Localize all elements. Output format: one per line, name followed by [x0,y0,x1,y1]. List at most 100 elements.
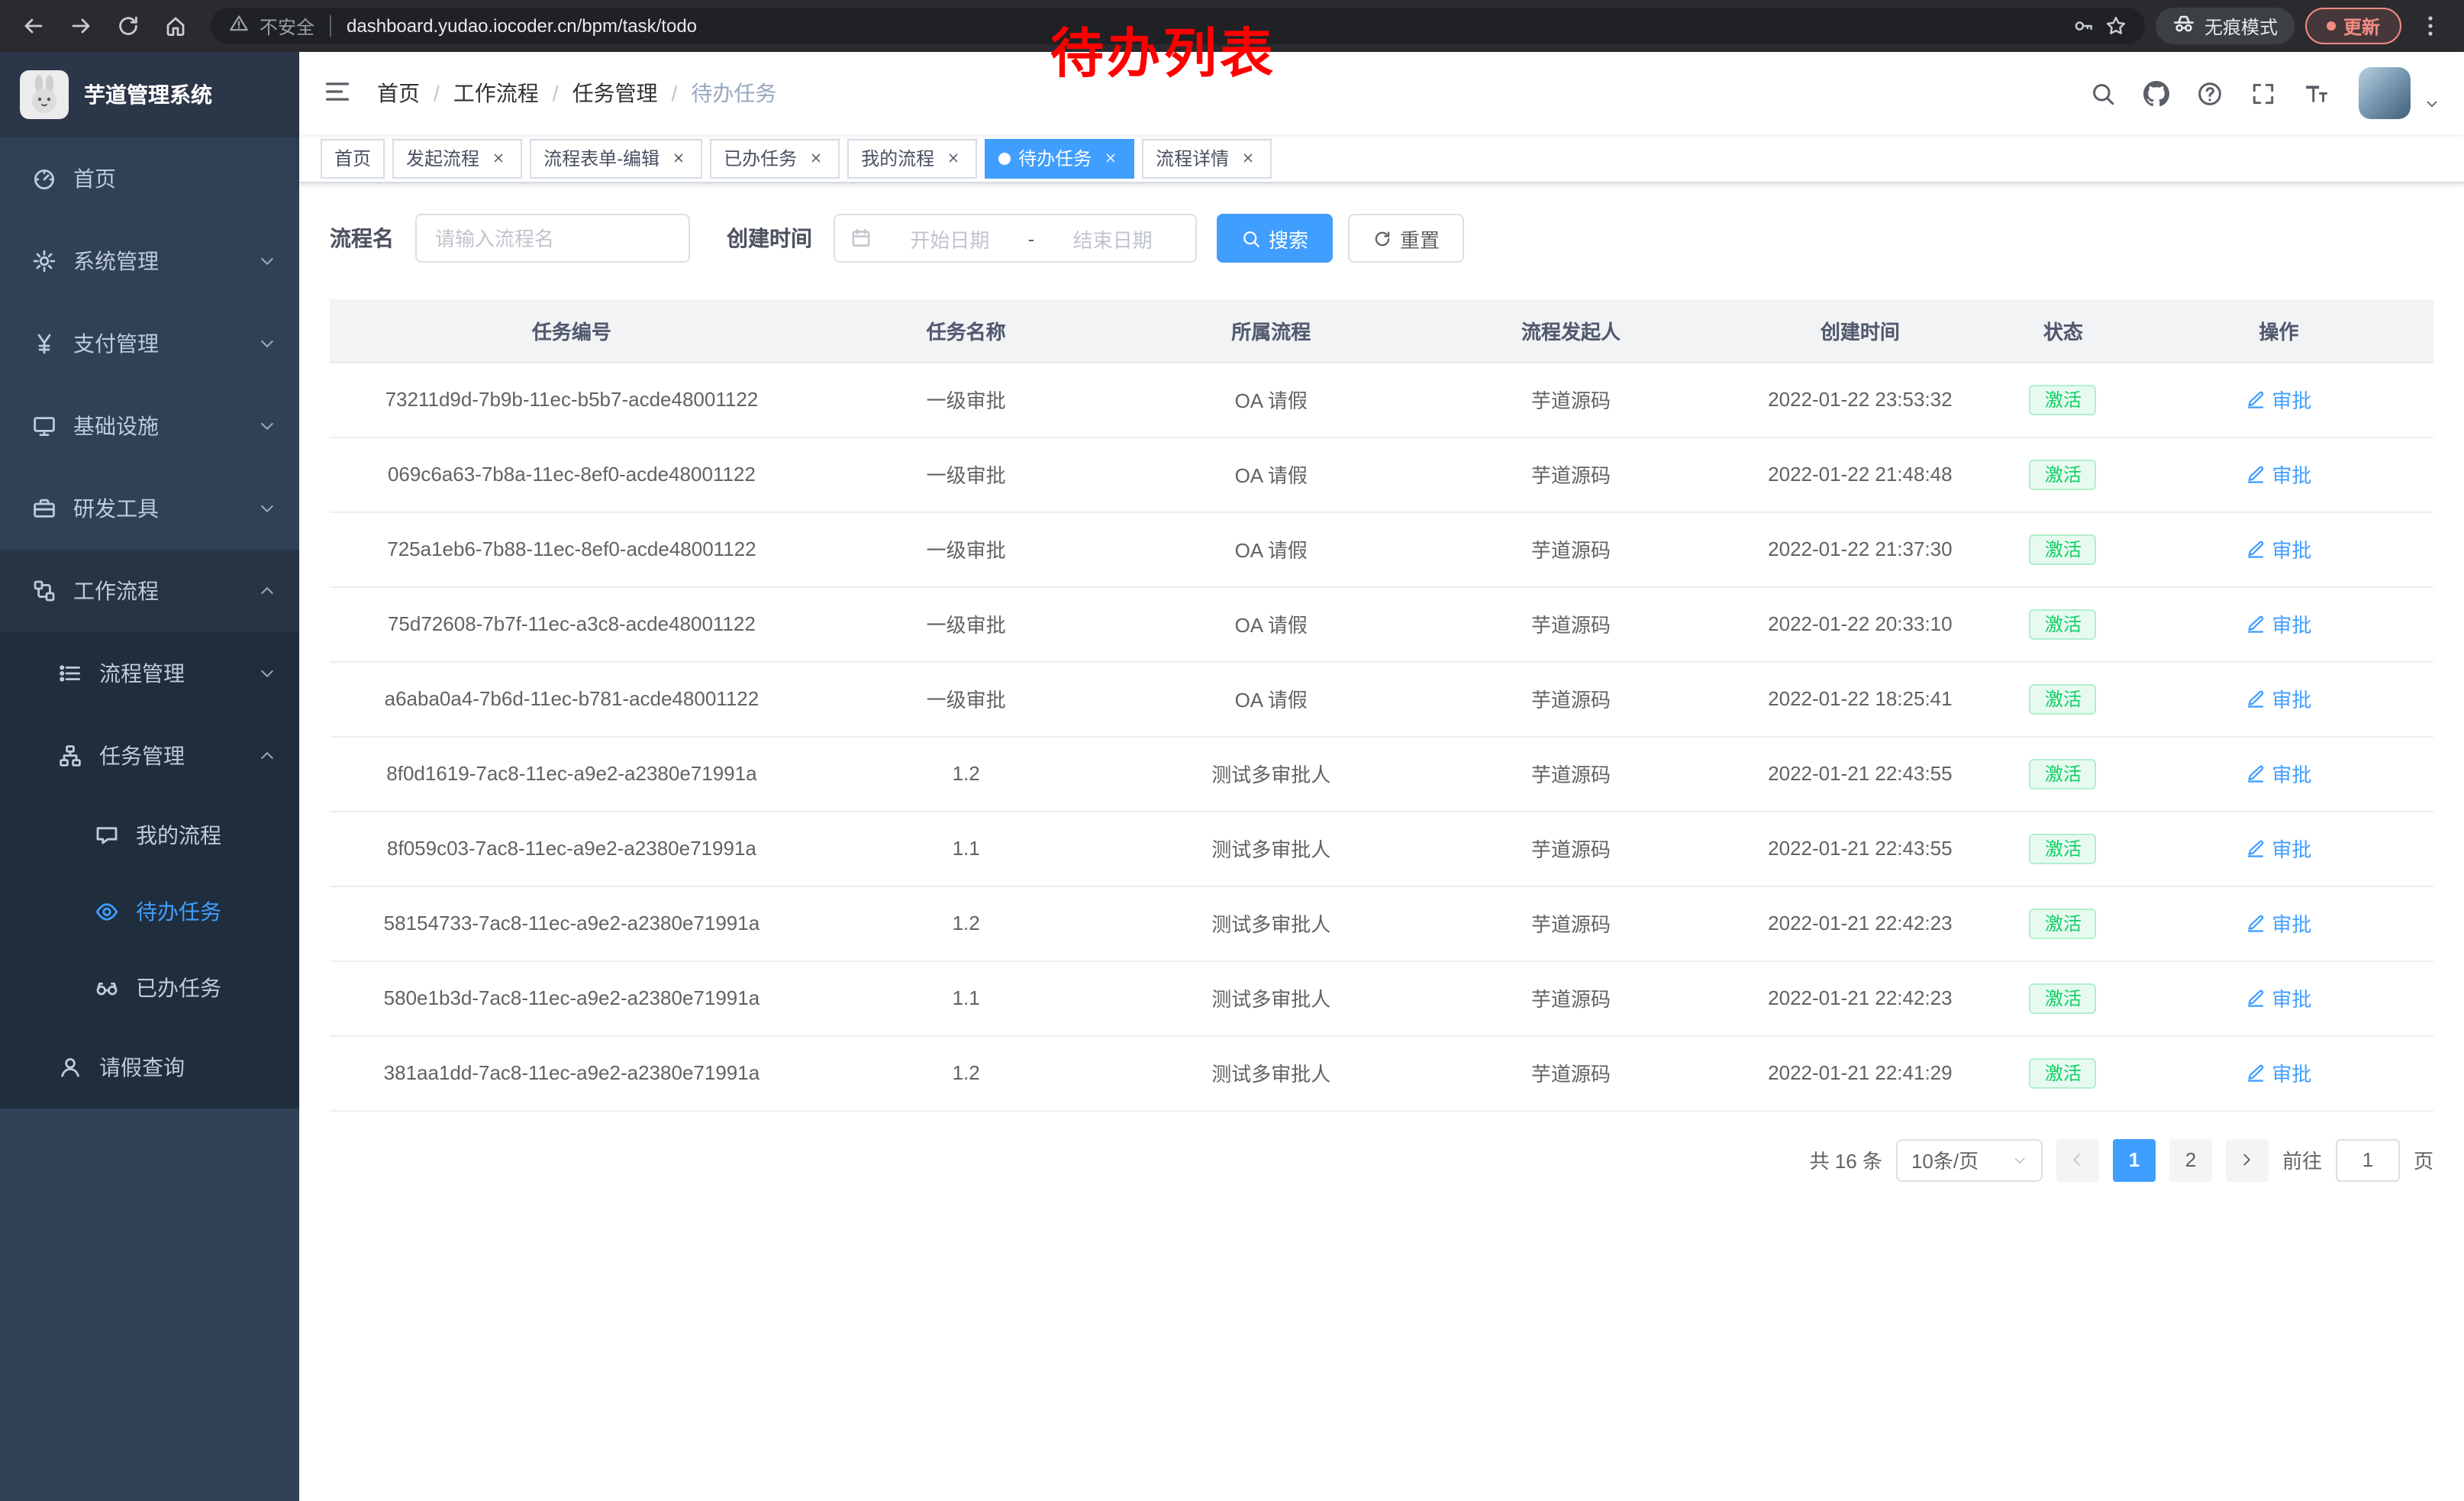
close-icon[interactable] [942,147,963,169]
app-logo[interactable]: 芋道管理系统 [0,52,299,137]
edit-icon [2246,389,2266,409]
avatar[interactable] [2359,67,2411,119]
process-name-input[interactable] [415,214,690,263]
incognito-badge: 无痕模式 [2156,8,2295,44]
sidebar-item-workflow[interactable]: 工作流程 [0,550,299,632]
page-size-value: 10条/页 [1911,1145,1979,1174]
goto-page-input[interactable] [2336,1138,2400,1181]
update-button[interactable]: 更新 [2305,8,2401,44]
cell-process: OA 请假 [1118,437,1424,512]
page-button-1[interactable]: 1 [2113,1138,2156,1181]
browser-reload-button[interactable] [110,8,147,44]
browser-forward-button[interactable] [63,8,99,44]
tab-label: 待办任务 [1018,145,1092,171]
github-icon[interactable] [2136,70,2175,116]
next-page-button[interactable] [2226,1138,2269,1181]
date-range-picker[interactable]: 开始日期 - 结束日期 [834,214,1197,263]
tab-home[interactable]: 首页 [321,138,385,178]
close-icon[interactable] [487,147,508,169]
sidebar-item-home[interactable]: 首页 [0,137,299,220]
approve-link[interactable]: 审批 [2246,1058,2311,1087]
edit-icon [2246,614,2266,634]
tab-process-form-edit[interactable]: 流程表单-编辑 [530,138,702,178]
workflow-icon [31,578,56,604]
tab-process-detail[interactable]: 流程详情 [1142,138,1272,178]
search-button[interactable]: 搜索 [1217,214,1333,263]
approve-link[interactable]: 审批 [2246,460,2311,489]
task-table: 任务编号任务名称所属流程流程发起人创建时间状态操作 73211d9d-7b9b-… [330,299,2433,1111]
filter-bar: 流程名 创建时间 开始日期 - 结束日期 搜索 重 [330,214,2433,263]
divider [330,15,331,37]
tab-launch-process[interactable]: 发起流程 [392,138,522,178]
bookmark-star-icon[interactable] [2105,15,2127,37]
sidebar-item-dev-tools[interactable]: 研发工具 [0,467,299,550]
table-header-row: 任务编号任务名称所属流程流程发起人创建时间状态操作 [330,299,2433,362]
close-icon[interactable] [667,147,689,169]
cell-action: 审批 [2124,362,2433,437]
help-icon[interactable] [2189,70,2229,116]
tab-label: 流程表单-编辑 [543,145,660,171]
page-buttons: 12 [2113,1138,2212,1181]
column-header-task-id: 任务编号 [330,299,814,362]
breadcrumb-item[interactable]: 任务管理 [572,78,658,108]
approve-link[interactable]: 审批 [2246,759,2311,788]
sidebar-toggle-button[interactable] [324,78,354,108]
sidebar-menu: 首页系统管理支付管理基础设施研发工具工作流程流程管理任务管理我的流程待办任务已办… [0,137,299,1109]
status-badge: 激活 [2030,534,2097,564]
page-button-2[interactable]: 2 [2169,1138,2212,1181]
approve-link[interactable]: 审批 [2246,534,2311,563]
cell-initiator: 芋道源码 [1424,960,1718,1035]
range-separator: - [1028,227,1035,250]
approve-link[interactable]: 审批 [2246,834,2311,863]
table-row: 580e1b3d-7ac8-11ec-a9e2-a2380e71991a1.1测… [330,960,2433,1035]
key-icon[interactable] [2073,15,2095,37]
approve-link[interactable]: 审批 [2246,909,2311,938]
approve-link[interactable]: 审批 [2246,609,2311,638]
close-icon[interactable] [805,147,826,169]
sidebar-item-label: 已办任务 [136,973,221,1003]
table-row: 069c6a63-7b8a-11ec-8ef0-acde48001122一级审批… [330,437,2433,512]
tab-done-tasks[interactable]: 已办任务 [710,138,840,178]
close-icon[interactable] [1099,147,1121,169]
sidebar-item-process-management[interactable]: 流程管理 [0,632,299,715]
fullscreen-icon[interactable] [2243,70,2282,116]
cell-process: OA 请假 [1118,661,1424,736]
cell-action: 审批 [2124,811,2433,886]
sidebar-item-label: 研发工具 [73,493,159,524]
breadcrumb-item[interactable]: 工作流程 [453,78,539,108]
font-size-icon[interactable] [2296,70,2336,116]
tab-label: 发起流程 [406,145,479,171]
sidebar-item-task-management[interactable]: 任务管理 [0,715,299,797]
approve-link[interactable]: 审批 [2246,684,2311,713]
table-row: 58154733-7ac8-11ec-a9e2-a2380e71991a1.2测… [330,886,2433,960]
cell-task-name: 1.1 [814,960,1119,1035]
tab-my-process[interactable]: 我的流程 [847,138,977,178]
chevron-down-icon [258,334,276,353]
cell-initiator: 芋道源码 [1424,437,1718,512]
page-size-select[interactable]: 10条/页 [1896,1138,2043,1181]
sidebar-item-leave-query[interactable]: 请假查询 [0,1026,299,1109]
browser-back-button[interactable] [15,8,52,44]
approve-link[interactable]: 审批 [2246,385,2311,414]
sidebar-item-infrastructure[interactable]: 基础设施 [0,385,299,467]
cell-action: 审批 [2124,437,2433,512]
close-icon[interactable] [1237,147,1258,169]
tab-todo-tasks[interactable]: 待办任务 [985,138,1134,178]
browser-menu-button[interactable] [2412,8,2449,44]
chevron-down-icon [258,252,276,270]
sidebar-item-payment-management[interactable]: 支付管理 [0,302,299,385]
cell-task-id: 069c6a63-7b8a-11ec-8ef0-acde48001122 [330,437,814,512]
sidebar-item-done-tasks[interactable]: 已办任务 [0,950,299,1026]
sidebar-item-label: 流程管理 [99,658,185,689]
prev-page-button[interactable] [2056,1138,2099,1181]
column-header-created-time: 创建时间 [1718,299,2002,362]
approve-link[interactable]: 审批 [2246,983,2311,1012]
sidebar-item-my-process[interactable]: 我的流程 [0,797,299,873]
sidebar-item-todo-tasks[interactable]: 待办任务 [0,873,299,950]
breadcrumb-item[interactable]: 首页 [377,78,420,108]
browser-home-button[interactable] [157,8,194,44]
reset-button[interactable]: 重置 [1348,214,1464,263]
sidebar-item-system-management[interactable]: 系统管理 [0,220,299,302]
search-icon[interactable] [2082,70,2122,116]
edit-icon [2246,763,2266,783]
